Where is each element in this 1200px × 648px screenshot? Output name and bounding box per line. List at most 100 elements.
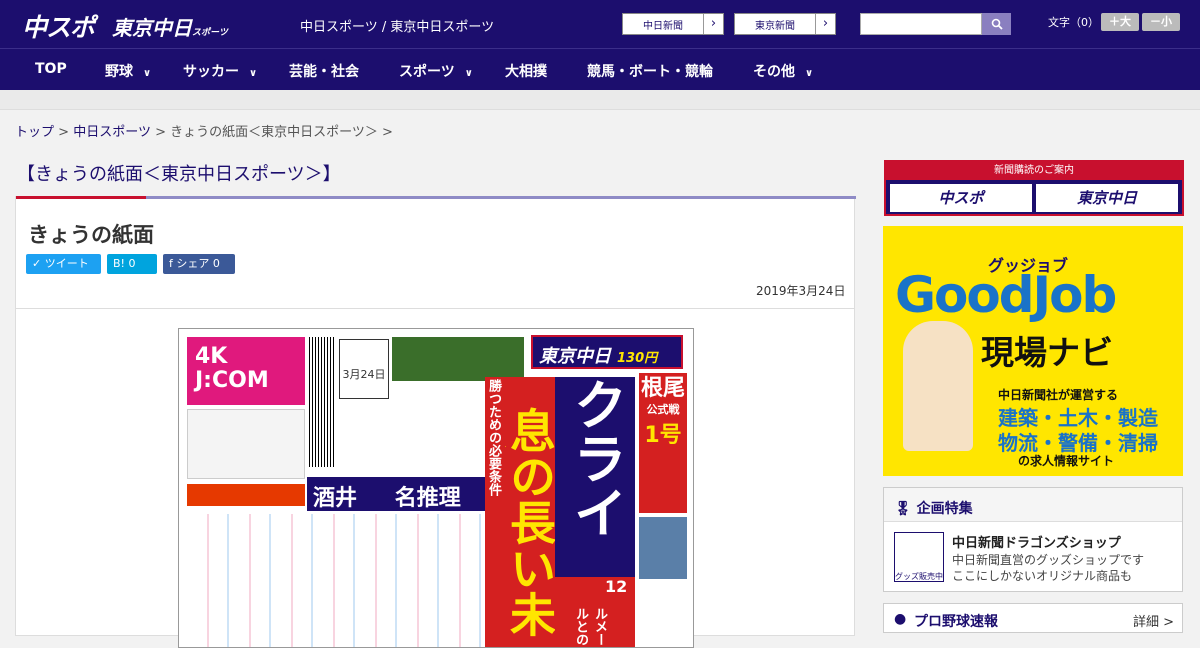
price: 130円 [617, 351, 658, 366]
chevron-down-icon: ∨ [143, 68, 152, 79]
dragons-shop-title[interactable]: 中日新聞ドラゴンズショップ [952, 532, 1121, 551]
baseball-icon: ● [894, 611, 907, 627]
chevron-down-icon: ∨ [464, 68, 473, 79]
nav-item-other[interactable]: その他 ∨ [753, 61, 813, 81]
twitter-icon: ✓ [32, 257, 45, 270]
facebook-share-button[interactable]: f シェア 0 [163, 254, 235, 274]
ad-strip [0, 90, 1200, 110]
dragons-shop-desc1: 中日新聞直営のグッズショップです [952, 553, 1145, 567]
chuspo-logo[interactable]: 中スポ [22, 8, 95, 44]
nav-item-sumo[interactable]: 大相撲 [505, 61, 547, 81]
divider [16, 308, 854, 309]
meisuiri-text: 名推理 [394, 486, 461, 511]
nav-label: その他 [753, 64, 795, 80]
ribbon-icon: 🎖 [894, 501, 917, 517]
tokyo-chunichi-logo[interactable]: 東京中日スポーツ [112, 12, 228, 41]
nav-item-sports[interactable]: スポーツ ∨ [399, 61, 473, 81]
search-button[interactable] [982, 13, 1011, 35]
subscribe-chuspo[interactable]: 中スポ [890, 184, 1032, 212]
breadcrumb: トップ > 中日スポーツ > きょうの紙面＜東京中日スポーツ＞ > [15, 121, 393, 140]
headline-block: クライ 息の長い未来 勝つための必要条件 ルメールとの 12 [485, 377, 635, 647]
accent-bar [16, 196, 146, 199]
dragons-shop-icon[interactable]: グッズ販売中 [894, 532, 944, 582]
jcom-ad-text: 4K J:COM [195, 344, 269, 393]
chunichi-shimbun-button[interactable]: 中日新聞 › [622, 13, 724, 35]
chevron-down-icon: ∨ [249, 68, 258, 79]
jcom-ad: 4K J:COM [187, 337, 305, 405]
article-card: きょうの紙面 ✓ ツイート B! 0 f シェア 0 2019年3月24日 4K… [15, 196, 856, 648]
breadcrumb-separator: > [155, 125, 166, 140]
tokyo-chunichi-logo-text: 東京中日 [112, 16, 192, 40]
breadcrumb-section[interactable]: 中日スポーツ [73, 125, 151, 140]
dragons-shop-desc2: ここにしかないオリジナル商品も [952, 569, 1133, 583]
goodjob-line1: 中日新聞社が運営する [998, 388, 1119, 402]
nav-label: スポーツ [399, 64, 455, 80]
chevron-right-icon: › [815, 14, 835, 34]
chunichi-shimbun-label: 中日新聞 [643, 21, 683, 32]
share-label: シェア 0 [176, 257, 220, 270]
rumeru-text: ルメールとの [573, 607, 607, 646]
paper-date: 3月24日 [339, 339, 389, 399]
main-headline: クライ [555, 377, 635, 577]
sub-headline: 息の長い未来 [505, 407, 555, 637]
baseball-photo [392, 337, 524, 381]
nav-item-top[interactable]: TOP [35, 61, 67, 77]
koushikisen-text: 公式戦 [646, 403, 680, 416]
article-date: 2019年3月24日 [756, 284, 846, 298]
nav-label: TOP [35, 61, 67, 77]
page-heading: 【きょうの紙面＜東京中日スポーツ＞】 [17, 164, 341, 185]
subscribe-banner[interactable]: 新聞購読のご案内 中スポ 東京中日 [884, 160, 1184, 216]
subscribe-tokyo-chunichi[interactable]: 東京中日 [1036, 184, 1178, 212]
breadcrumb-separator: > [58, 125, 70, 140]
hatena-button[interactable]: B! 0 [107, 254, 157, 274]
breadcrumb-home[interactable]: トップ [15, 125, 54, 140]
nav-label: 野球 [105, 64, 133, 80]
main-nav: TOP 野球 ∨ サッカー ∨ 芸能・社会 スポーツ ∨ 大相撲 競馬・ボート・競輪 … [0, 48, 1200, 90]
page-number: 12 [605, 577, 628, 596]
chevron-right-icon: › [703, 14, 723, 34]
breadcrumb-current: きょうの紙面＜東京中日スポーツ＞ > [170, 125, 393, 140]
masthead: 東京中日 130円 [531, 335, 683, 369]
nav-item-soccer[interactable]: サッカー ∨ [183, 61, 257, 81]
font-smaller-button[interactable]: －小 [1142, 13, 1180, 31]
divider [146, 196, 856, 199]
search-icon [991, 18, 1003, 30]
font-size-label: 文字（0） [1048, 16, 1099, 29]
tweet-label: ツイート [44, 257, 89, 270]
barcode [309, 337, 335, 467]
newspaper-front-page[interactable]: 4K J:COM 3月24日 酒井 名推理 東京中日 130円 クライ 息の長い未… [178, 328, 694, 648]
chevron-down-icon: ∨ [805, 68, 814, 79]
nav-item-baseball[interactable]: 野球 ∨ [105, 61, 151, 81]
nav-item-entertainment[interactable]: 芸能・社会 [289, 61, 359, 81]
dragons-shop-description: 中日新聞直営のグッズショップです ここにしかないオリジナル商品も [952, 552, 1144, 584]
nav-label: 大相撲 [505, 64, 547, 80]
nav-label: サッカー [183, 64, 239, 80]
homerun-text: 1号 [644, 423, 682, 448]
tokyo-shimbun-button[interactable]: 東京新聞 › [734, 13, 836, 35]
font-larger-button[interactable]: ＋大 [1101, 13, 1139, 31]
goodjob-line4: の求人情報サイト [1018, 454, 1115, 468]
masthead-text: 東京中日 [539, 346, 611, 367]
player-photo [639, 517, 687, 579]
goodjob-ad[interactable]: グッジョブ GoodJob 現場ナビ 中日新聞社が運営する 建築・土木・製造 物… [883, 226, 1183, 476]
jcom-ad-footer [187, 484, 305, 506]
special-feature-label: 企画特集 [916, 501, 973, 517]
nav-item-racing[interactable]: 競馬・ボート・競輪 [587, 61, 713, 81]
tokyo-chunichi-logo-sub: スポーツ [192, 28, 228, 38]
goodjob-navi: 現場ナビ [981, 333, 1113, 372]
goodjob-logo: GoodJob [895, 266, 1117, 324]
jcom-ad-body [187, 409, 305, 479]
dragons-shop-icon-label: グッズ販売中 [895, 572, 943, 581]
sakai-text: 酒井 [313, 486, 358, 511]
nejo-block: 根尾公式戦 1号 [639, 373, 687, 513]
article-title: きょうの紙面 [28, 223, 154, 247]
baseball-scores-box: ● プロ野球速報 詳細 > [883, 603, 1183, 633]
special-feature-heading: 🎖 企画特集 [884, 488, 1182, 522]
search-input[interactable] [860, 13, 982, 35]
nav-label: 競馬・ボート・競輪 [587, 64, 713, 80]
tweet-button[interactable]: ✓ ツイート [26, 254, 101, 274]
race-table [187, 514, 487, 647]
nejo-text: 根尾 [640, 376, 685, 401]
baseball-details-link[interactable]: 詳細 > [1133, 611, 1174, 630]
site-link[interactable]: 中日スポーツ / 東京中日スポーツ [300, 16, 494, 35]
